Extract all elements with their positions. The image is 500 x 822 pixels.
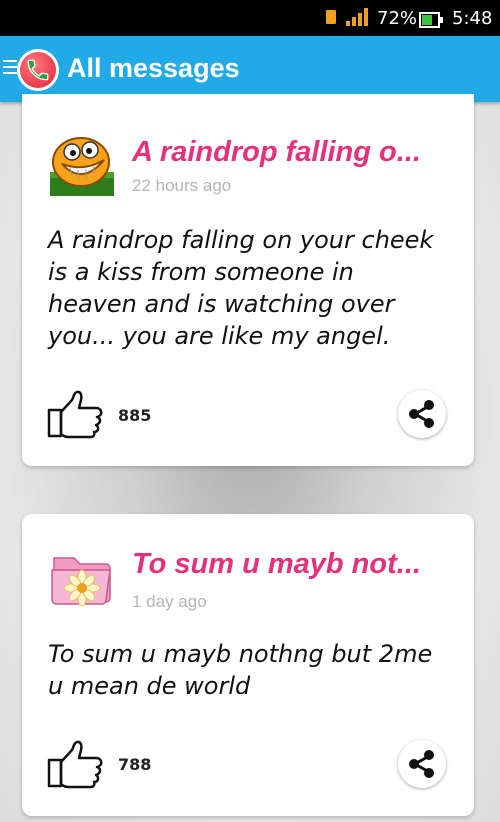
thumbs-up-icon[interactable] bbox=[46, 740, 104, 790]
message-line: u mean de world bbox=[48, 672, 251, 700]
message-time: 1 day ago bbox=[132, 592, 207, 611]
thumbs-up-icon[interactable] bbox=[46, 390, 104, 440]
menu-icon[interactable] bbox=[3, 60, 17, 74]
message-card[interactable]: A raindrop falling o... 22 hours ago A r… bbox=[22, 94, 474, 466]
app-bar: All messages bbox=[0, 36, 500, 102]
share-button[interactable] bbox=[398, 390, 446, 438]
share-button[interactable] bbox=[398, 740, 446, 788]
status-bar: 72% 5:48 bbox=[0, 0, 500, 36]
message-body: A raindrop falling on your cheek is a ki… bbox=[48, 224, 458, 352]
message-title[interactable]: A raindrop falling o... bbox=[132, 136, 421, 169]
like-count: 885 bbox=[118, 406, 152, 425]
message-card[interactable]: To sum u mayb not... 1 day ago To sum u … bbox=[22, 514, 474, 816]
app-logo-icon[interactable] bbox=[17, 49, 59, 91]
share-icon bbox=[409, 750, 434, 778]
message-line: heaven and is watching over bbox=[48, 290, 395, 318]
message-title[interactable]: To sum u mayb not... bbox=[132, 548, 421, 581]
message-line: A raindrop falling on your cheek bbox=[48, 226, 434, 254]
grinning-emoticon-icon bbox=[50, 137, 114, 196]
pink-folder-flower-icon bbox=[51, 557, 111, 607]
message-line: is a kiss from someone in bbox=[48, 258, 354, 286]
sim-card-icon bbox=[326, 10, 336, 24]
battery-icon bbox=[419, 12, 443, 28]
message-line: you... you are like my angel. bbox=[48, 322, 391, 350]
message-line: To sum u mayb nothng but 2me bbox=[48, 640, 433, 668]
clock: 5:48 bbox=[452, 8, 493, 29]
message-time: 22 hours ago bbox=[132, 176, 232, 195]
message-body: To sum u mayb nothng but 2me u mean de w… bbox=[48, 638, 458, 702]
page-title: All messages bbox=[67, 53, 240, 83]
share-icon bbox=[409, 400, 434, 428]
battery-percent: 72% bbox=[377, 8, 418, 29]
signal-strength-icon bbox=[346, 8, 370, 26]
like-count: 788 bbox=[118, 755, 152, 774]
